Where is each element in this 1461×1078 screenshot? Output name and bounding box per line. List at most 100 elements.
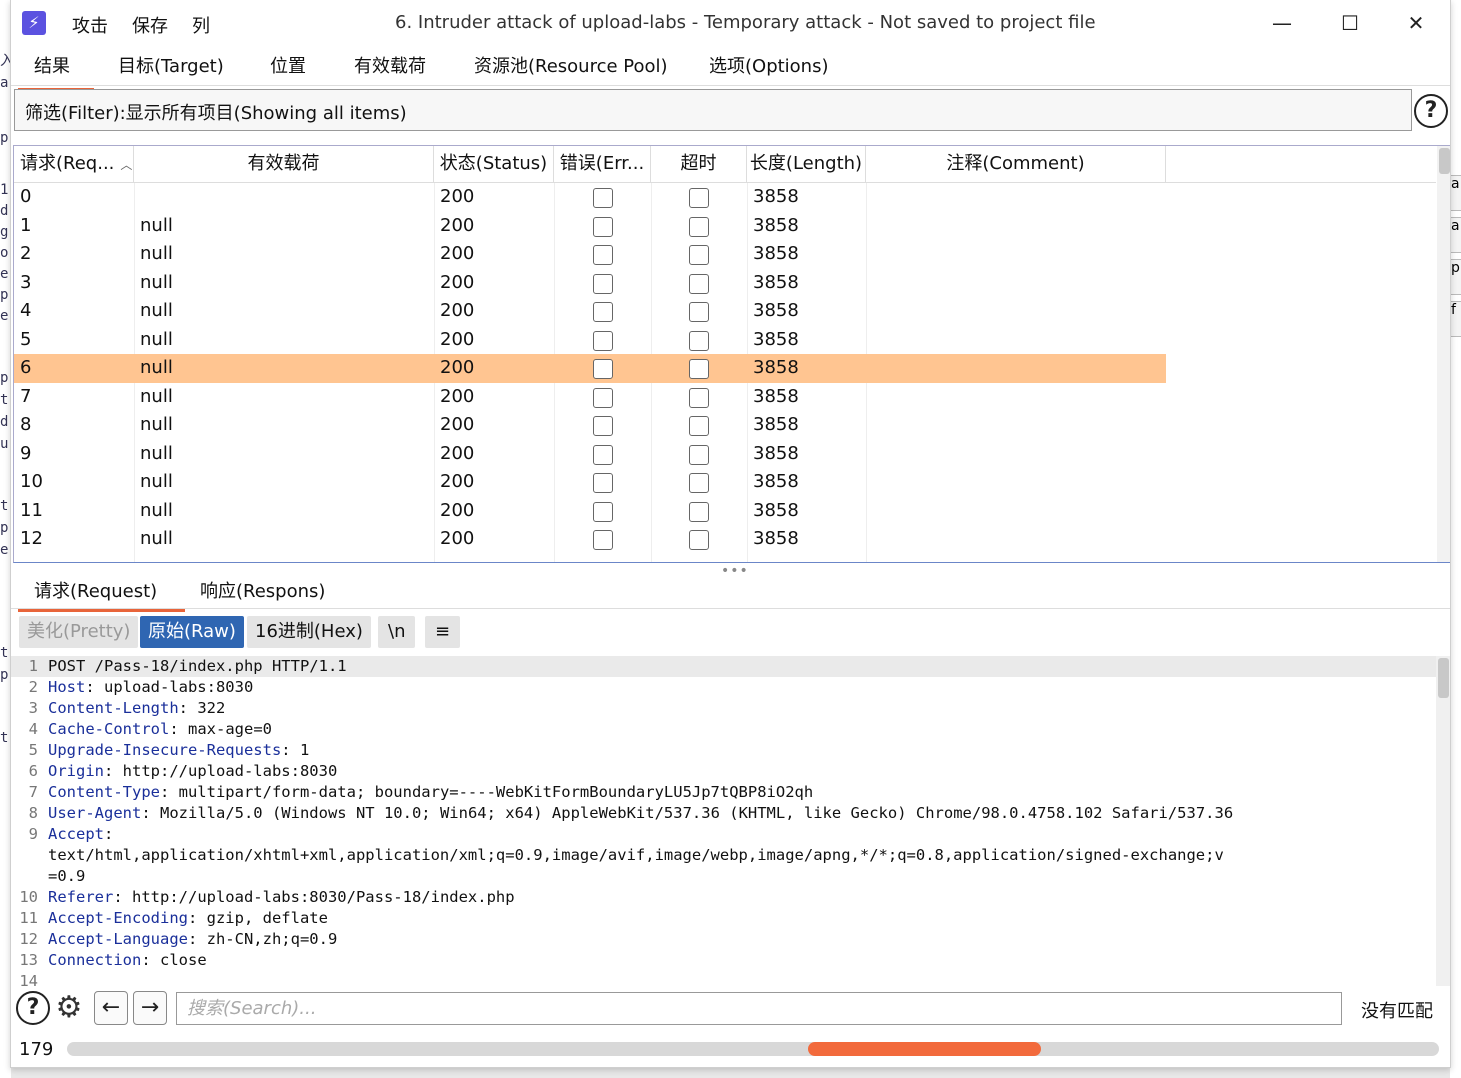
error-checkbox[interactable] bbox=[593, 302, 613, 322]
view-hex-button[interactable]: 16进制(Hex) bbox=[247, 616, 371, 648]
search-input[interactable] bbox=[176, 992, 1342, 1025]
line-number: 10 bbox=[19, 888, 38, 906]
col-header-length[interactable]: 长度(Length) bbox=[747, 146, 866, 183]
table-scrollbar[interactable] bbox=[1437, 146, 1450, 562]
header-value: : gzip, deflate bbox=[187, 909, 328, 927]
request-line: 6 Origin: http://upload-labs:8030 bbox=[11, 761, 1436, 782]
col-header-error[interactable]: 错误(Err... bbox=[554, 146, 651, 183]
timeout-checkbox[interactable] bbox=[689, 530, 709, 550]
cell-payload: null bbox=[140, 499, 173, 521]
error-checkbox[interactable] bbox=[593, 530, 613, 550]
cell-request: 10 bbox=[20, 471, 43, 492]
help-icon[interactable]: ? bbox=[16, 991, 50, 1025]
col-header-status[interactable]: 状态(Status) bbox=[434, 146, 554, 183]
header-value: : http://upload-labs:8030/Pass-18/index.… bbox=[113, 888, 515, 906]
table-row[interactable]: 2 null 200 3858 bbox=[14, 240, 1166, 269]
error-checkbox[interactable] bbox=[593, 188, 613, 208]
tab-target[interactable]: 目标(Target) bbox=[118, 52, 224, 78]
error-checkbox[interactable] bbox=[593, 273, 613, 294]
timeout-checkbox[interactable] bbox=[689, 501, 709, 522]
error-checkbox[interactable] bbox=[593, 416, 613, 436]
timeout-checkbox[interactable] bbox=[689, 302, 709, 322]
error-checkbox[interactable] bbox=[593, 473, 613, 493]
timeout-checkbox[interactable] bbox=[689, 216, 709, 237]
header-value: POST /Pass-18/index.php HTTP/1.1 bbox=[48, 657, 347, 675]
filter-bar[interactable]: 筛选(Filter):显示所有项目(Showing all items) bbox=[14, 89, 1412, 131]
table-header: 请求(Req... ︿ 有效载荷 状态(Status) 错误(Err... 超时 … bbox=[14, 146, 1436, 183]
error-checkbox[interactable] bbox=[593, 330, 613, 351]
timeout-checkbox[interactable] bbox=[689, 330, 709, 351]
timeout-checkbox[interactable] bbox=[689, 444, 709, 465]
help-icon[interactable]: ? bbox=[1414, 94, 1448, 128]
error-checkbox[interactable] bbox=[593, 387, 613, 408]
header-key: Content-Type bbox=[48, 783, 160, 801]
table-row[interactable]: 10 null 200 3858 bbox=[14, 468, 1166, 497]
tab-payloads[interactable]: 有效载荷 bbox=[354, 52, 426, 78]
header-value: : close bbox=[141, 951, 207, 969]
cell-request: 0 bbox=[20, 186, 32, 207]
header-value: : Mozilla/5.0 (Windows NT 10.0; Win64; x… bbox=[141, 804, 1234, 822]
table-row[interactable]: 6 null 200 3858 bbox=[14, 354, 1166, 383]
table-row[interactable]: 9 null 200 3858 bbox=[14, 440, 1166, 469]
error-checkbox[interactable] bbox=[593, 501, 613, 522]
tab-resource-pool[interactable]: 资源池(Resource Pool) bbox=[474, 52, 668, 78]
menu-lines-icon[interactable]: ≡ bbox=[425, 616, 461, 648]
forward-arrow-icon[interactable]: → bbox=[133, 991, 167, 1025]
timeout-checkbox[interactable] bbox=[689, 273, 709, 294]
error-checkbox[interactable] bbox=[593, 359, 613, 379]
table-row[interactable]: 4 null 200 3858 bbox=[14, 297, 1166, 326]
results-table: 请求(Req... ︿ 有效载荷 状态(Status) 错误(Err... 超时 … bbox=[13, 145, 1450, 563]
line-number: 4 bbox=[28, 720, 38, 738]
error-checkbox[interactable] bbox=[593, 444, 613, 465]
newline-toggle-button[interactable]: \n bbox=[378, 616, 416, 648]
editor-scrollbar[interactable] bbox=[1436, 656, 1450, 986]
view-pretty-button[interactable]: 美化(Pretty) bbox=[19, 616, 139, 648]
timeout-checkbox[interactable] bbox=[689, 245, 709, 265]
col-header-request[interactable]: 请求(Req... ︿ bbox=[14, 146, 134, 183]
request-line: 10 Referer: http://upload-labs:8030/Pass-… bbox=[11, 887, 1436, 908]
timeout-checkbox[interactable] bbox=[689, 188, 709, 208]
timeout-checkbox[interactable] bbox=[689, 416, 709, 436]
col-header-payload[interactable]: 有效载荷 bbox=[134, 146, 434, 183]
table-row[interactable]: 0 200 3858 bbox=[14, 183, 1166, 212]
maximize-button[interactable]: ☐ bbox=[1330, 8, 1370, 38]
table-row[interactable]: 12 null 200 3858 bbox=[14, 525, 1166, 554]
timeout-checkbox[interactable] bbox=[689, 387, 709, 408]
timeout-checkbox[interactable] bbox=[689, 473, 709, 493]
gear-icon[interactable]: ⚙ bbox=[51, 990, 87, 1026]
table-row[interactable]: 11 null 200 3858 bbox=[14, 497, 1166, 526]
col-header-timeout[interactable]: 超时 bbox=[651, 146, 747, 183]
cell-length: 3858 bbox=[753, 385, 799, 407]
tab-options[interactable]: 选项(Options) bbox=[709, 52, 829, 78]
menu-columns[interactable]: 列 bbox=[192, 12, 210, 38]
table-row[interactable]: 3 null 200 3858 bbox=[14, 269, 1166, 298]
table-row[interactable]: 7 null 200 3858 bbox=[14, 383, 1166, 412]
line-number: 3 bbox=[28, 699, 38, 717]
tab-positions[interactable]: 位置 bbox=[270, 52, 306, 78]
table-row[interactable]: 5 null 200 3858 bbox=[14, 326, 1166, 355]
cell-request: 12 bbox=[20, 528, 43, 549]
request-line: text/html,application/xhtml+xml,applicat… bbox=[11, 845, 1436, 866]
col-header-comment[interactable]: 注释(Comment) bbox=[866, 146, 1166, 183]
tab-response[interactable]: 响应(Respons) bbox=[200, 577, 325, 603]
view-raw-button[interactable]: 原始(Raw) bbox=[140, 616, 244, 648]
back-arrow-icon[interactable]: ← bbox=[94, 991, 128, 1025]
table-row[interactable]: 8 null 200 3858 bbox=[14, 411, 1166, 440]
request-line: 1 POST /Pass-18/index.php HTTP/1.1 bbox=[11, 656, 1436, 677]
table-row[interactable]: 1 null 200 3858 bbox=[14, 212, 1166, 241]
timeout-checkbox[interactable] bbox=[689, 359, 709, 379]
line-number: 6 bbox=[28, 762, 38, 780]
cell-length: 3858 bbox=[753, 328, 799, 350]
minimize-button[interactable]: — bbox=[1262, 8, 1302, 38]
tab-results[interactable]: 结果 bbox=[18, 52, 94, 91]
request-editor[interactable]: 1 POST /Pass-18/index.php HTTP/1.1 2 Host: … bbox=[11, 656, 1436, 986]
error-checkbox[interactable] bbox=[593, 216, 613, 237]
header-value: : zh-CN,zh;q=0.9 bbox=[187, 930, 338, 948]
tab-request[interactable]: 请求(Request) bbox=[17, 577, 186, 612]
request-count: 179 bbox=[19, 1039, 54, 1060]
header-key: Accept-Encoding bbox=[48, 909, 188, 927]
menu-attack[interactable]: 攻击 bbox=[72, 12, 108, 38]
menu-save[interactable]: 保存 bbox=[132, 12, 168, 38]
error-checkbox[interactable] bbox=[593, 245, 613, 265]
close-button[interactable]: ✕ bbox=[1396, 8, 1436, 38]
